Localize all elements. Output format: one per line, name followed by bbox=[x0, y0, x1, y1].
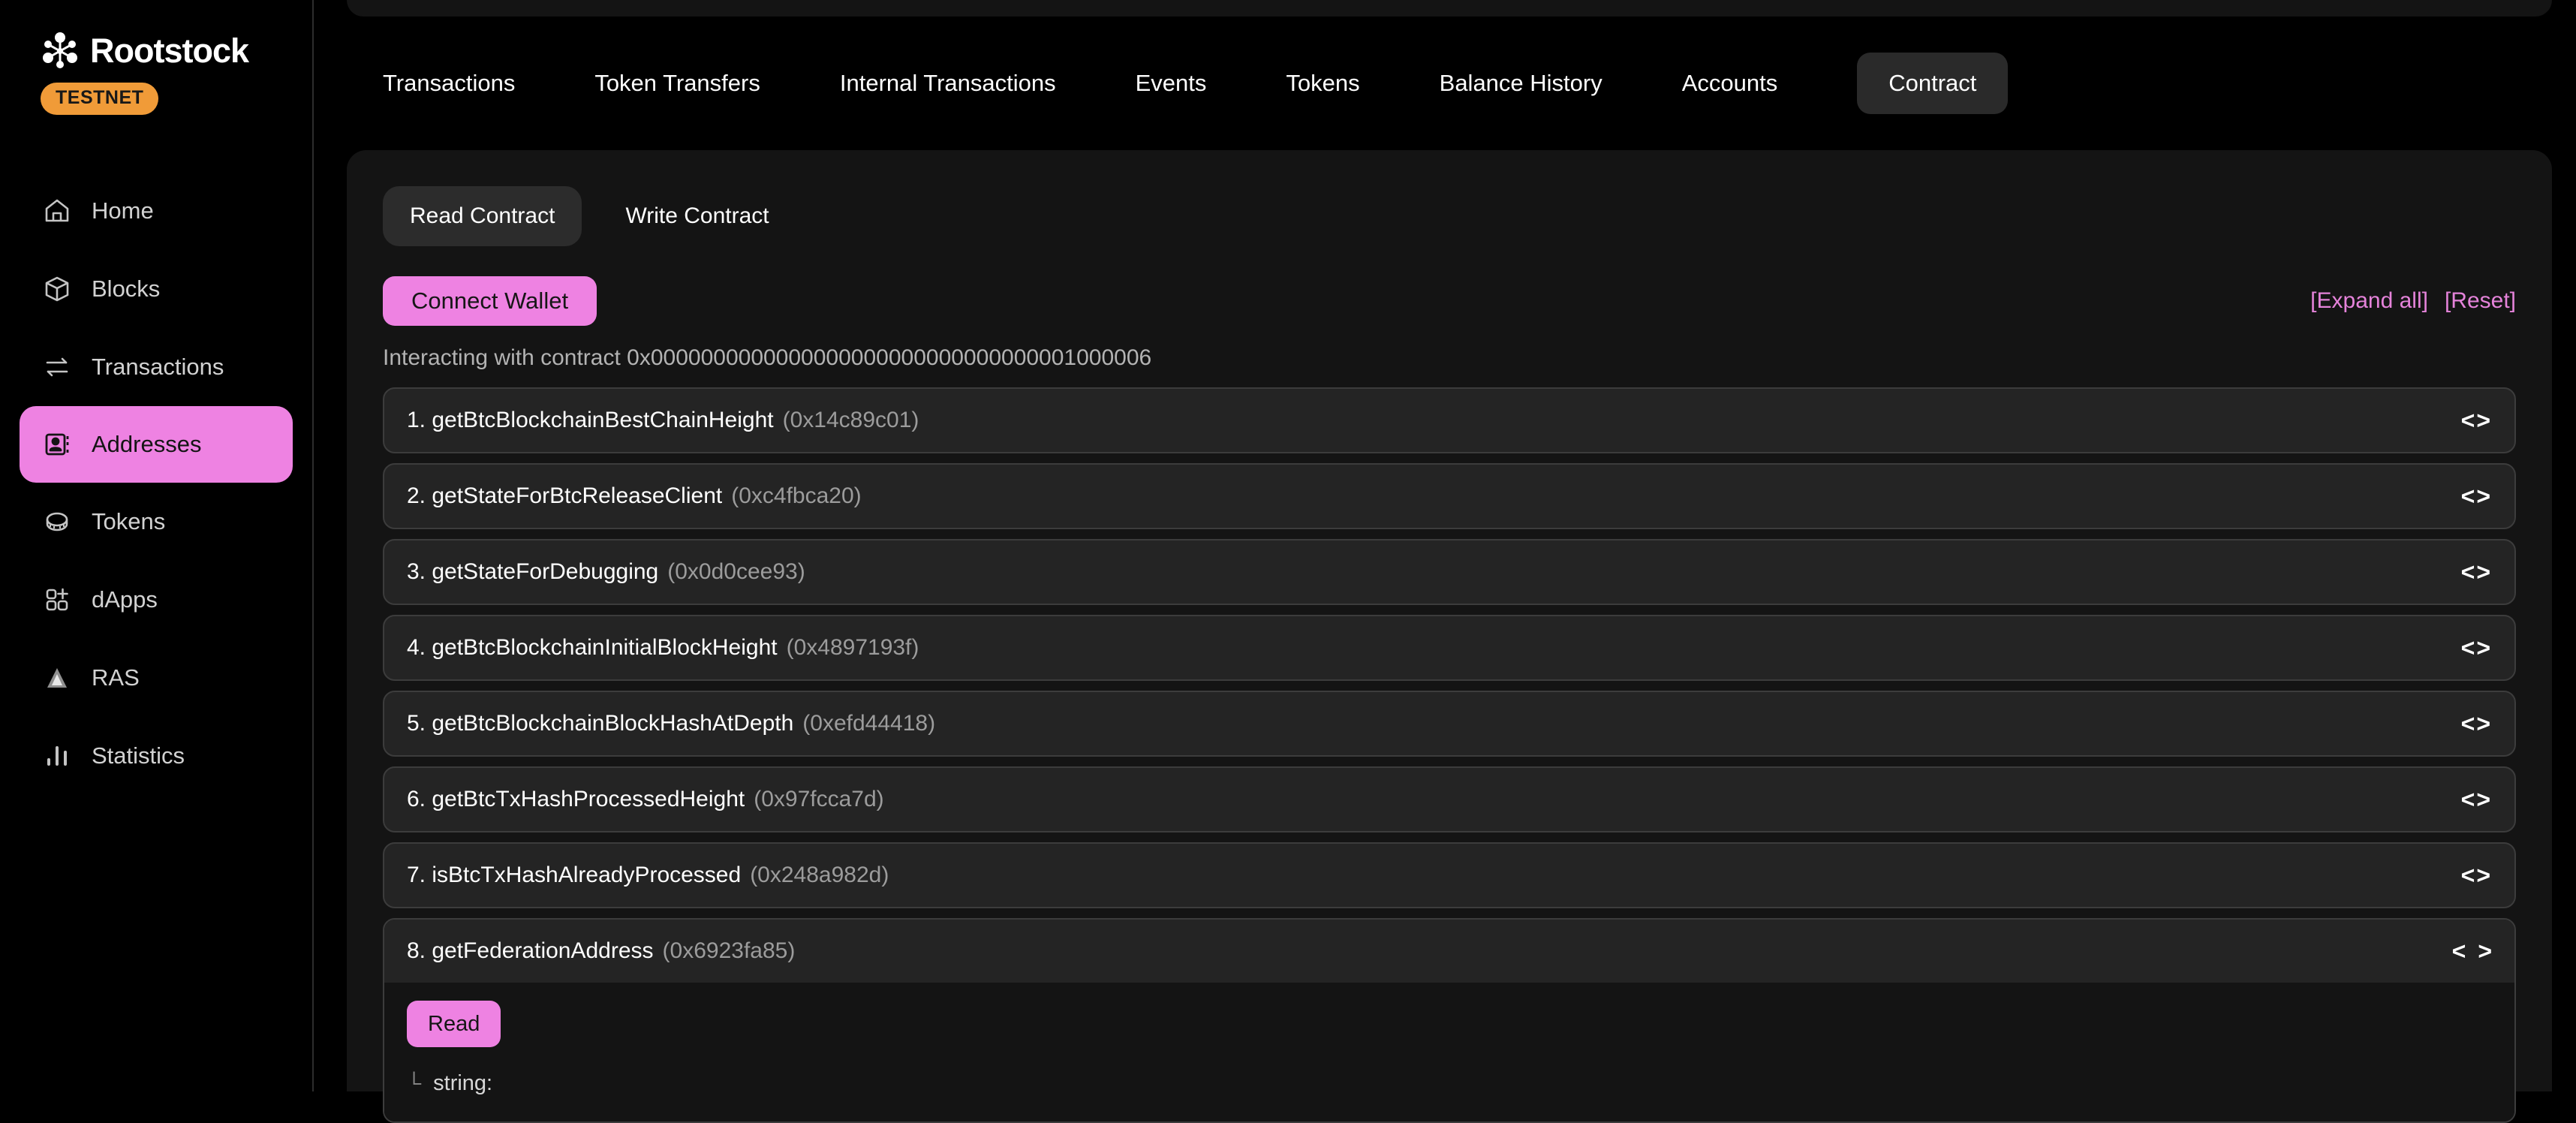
ras-icon bbox=[42, 663, 72, 693]
home-icon bbox=[42, 196, 72, 226]
method-selector: (0x4897193f) bbox=[787, 635, 919, 660]
transactions-icon bbox=[42, 352, 72, 382]
sidebar-item-transactions[interactable]: Transactions bbox=[0, 328, 312, 406]
sidebar-nav: Home Blocks Transactions bbox=[0, 172, 312, 795]
expand-all-link[interactable]: [Expand all] bbox=[2310, 288, 2428, 314]
sidebar-item-label: Addresses bbox=[92, 431, 201, 458]
sidebar-item-label: Blocks bbox=[92, 275, 160, 303]
corner-icon: └ bbox=[407, 1072, 421, 1095]
method-label: 1. getBtcBlockchainBestChainHeight bbox=[407, 408, 774, 432]
method-row[interactable]: 5. getBtcBlockchainBlockHashAtDepth (0xef… bbox=[383, 691, 2516, 757]
contract-subtabs: Read Contract Write Contract bbox=[383, 186, 2516, 246]
dapps-icon bbox=[42, 585, 72, 615]
code-icon[interactable]: <> bbox=[2461, 710, 2492, 738]
sidebar-item-home[interactable]: Home bbox=[0, 172, 312, 250]
sidebar-item-dapps[interactable]: dApps bbox=[0, 561, 312, 639]
tab-accounts[interactable]: Accounts bbox=[1682, 70, 1778, 97]
method-row[interactable]: 2. getStateForBtcReleaseClient (0xc4fbca2… bbox=[383, 463, 2516, 529]
method-label: 6. getBtcTxHashProcessedHeight bbox=[407, 787, 745, 811]
method-selector: (0xc4fbca20) bbox=[731, 483, 861, 508]
tab-contract[interactable]: Contract bbox=[1857, 53, 2008, 114]
sidebar-item-label: dApps bbox=[92, 586, 158, 613]
method-row-expanded: 8. getFederationAddress (0x6923fa85) <> R… bbox=[383, 918, 2516, 1123]
code-icon-expanded[interactable]: <> bbox=[2452, 938, 2504, 965]
sidebar-item-blocks[interactable]: Blocks bbox=[0, 250, 312, 328]
method-selector: (0x97fcca7d) bbox=[754, 787, 883, 811]
code-icon[interactable]: <> bbox=[2461, 483, 2492, 510]
sidebar: Rootstock TESTNET Home Blocks bbox=[0, 0, 314, 1091]
method-output-line: └ string: bbox=[407, 1071, 2492, 1096]
tab-write-contract[interactable]: Write Contract bbox=[625, 203, 769, 229]
method-selector: (0x14c89c01) bbox=[783, 408, 919, 432]
address-tabs: Transactions Token Transfers Internal Tr… bbox=[383, 53, 2008, 114]
method-label: 2. getStateForBtcReleaseClient bbox=[407, 483, 722, 508]
sidebar-item-label: Transactions bbox=[92, 354, 224, 381]
method-row[interactable]: 3. getStateForDebugging (0x0d0cee93) <> bbox=[383, 539, 2516, 605]
method-label: 7. isBtcTxHashAlreadyProcessed bbox=[407, 863, 741, 887]
contract-methods-list: 1. getBtcBlockchainBestChainHeight (0x14c… bbox=[383, 387, 2516, 1123]
addresses-icon bbox=[42, 429, 72, 459]
interacting-with-contract-text: Interacting with contract 0x000000000000… bbox=[383, 345, 2516, 371]
sidebar-item-tokens[interactable]: Tokens bbox=[0, 483, 312, 561]
testnet-badge: TESTNET bbox=[41, 83, 158, 115]
output-type-label: string: bbox=[433, 1071, 492, 1096]
code-icon[interactable]: <> bbox=[2461, 407, 2492, 435]
tab-read-contract[interactable]: Read Contract bbox=[383, 186, 582, 246]
sidebar-item-label: Tokens bbox=[92, 508, 165, 535]
statistics-icon bbox=[42, 741, 72, 771]
tab-events[interactable]: Events bbox=[1136, 70, 1207, 97]
method-selector: (0x248a982d) bbox=[750, 863, 889, 887]
method-selector: (0x0d0cee93) bbox=[667, 559, 805, 584]
method-row[interactable]: 1. getBtcBlockchainBestChainHeight (0x14c… bbox=[383, 387, 2516, 453]
code-icon[interactable]: <> bbox=[2461, 634, 2492, 662]
blocks-icon bbox=[42, 274, 72, 304]
rootstock-logo-icon bbox=[41, 32, 80, 71]
connect-wallet-button[interactable]: Connect Wallet bbox=[383, 276, 597, 326]
method-label: 4. getBtcBlockchainInitialBlockHeight bbox=[407, 635, 778, 660]
code-icon[interactable]: <> bbox=[2461, 786, 2492, 814]
tab-token-transfers[interactable]: Token Transfers bbox=[594, 70, 760, 97]
sidebar-item-addresses[interactable]: Addresses bbox=[20, 406, 293, 483]
method-row[interactable]: 4. getBtcBlockchainInitialBlockHeight (0x… bbox=[383, 615, 2516, 681]
sidebar-item-label: Home bbox=[92, 197, 154, 224]
scrolled-card-edge bbox=[347, 0, 2552, 17]
method-selector: (0xefd44418) bbox=[802, 711, 935, 736]
sidebar-item-ras[interactable]: RAS bbox=[0, 639, 312, 717]
reset-link[interactable]: [Reset] bbox=[2445, 288, 2516, 314]
tokens-icon bbox=[42, 507, 72, 537]
code-icon[interactable]: <> bbox=[2461, 862, 2492, 890]
method-row[interactable]: 7. isBtcTxHashAlreadyProcessed (0x248a982… bbox=[383, 842, 2516, 908]
method-selector: (0x6923fa85) bbox=[663, 938, 796, 963]
method-label: 3. getStateForDebugging bbox=[407, 559, 658, 584]
method-row[interactable]: 6. getBtcTxHashProcessedHeight (0x97fcca7… bbox=[383, 766, 2516, 832]
sidebar-item-label: RAS bbox=[92, 664, 140, 691]
sidebar-item-label: Statistics bbox=[92, 742, 185, 769]
tab-balance-history[interactable]: Balance History bbox=[1440, 70, 1602, 97]
tab-transactions[interactable]: Transactions bbox=[383, 70, 515, 97]
tab-internal-transactions[interactable]: Internal Transactions bbox=[840, 70, 1056, 97]
code-icon[interactable]: <> bbox=[2461, 558, 2492, 586]
sidebar-item-statistics[interactable]: Statistics bbox=[0, 717, 312, 795]
wallet-row: Connect Wallet [Expand all] [Reset] bbox=[383, 276, 2516, 326]
method-label: 8. getFederationAddress bbox=[407, 938, 654, 963]
method-label: 5. getBtcBlockchainBlockHashAtDepth bbox=[407, 711, 793, 736]
brand-block: Rootstock TESTNET bbox=[0, 0, 312, 115]
method-row[interactable]: 8. getFederationAddress (0x6923fa85) <> bbox=[384, 920, 2514, 983]
contract-panel: Read Contract Write Contract Connect Wal… bbox=[347, 150, 2552, 1091]
tab-tokens[interactable]: Tokens bbox=[1286, 70, 1359, 97]
read-button[interactable]: Read bbox=[407, 1001, 501, 1047]
method-expanded-body: Read └ string: bbox=[384, 983, 2514, 1121]
brand-name: Rootstock bbox=[90, 32, 248, 71]
panel-links: [Expand all] [Reset] bbox=[2310, 288, 2516, 314]
